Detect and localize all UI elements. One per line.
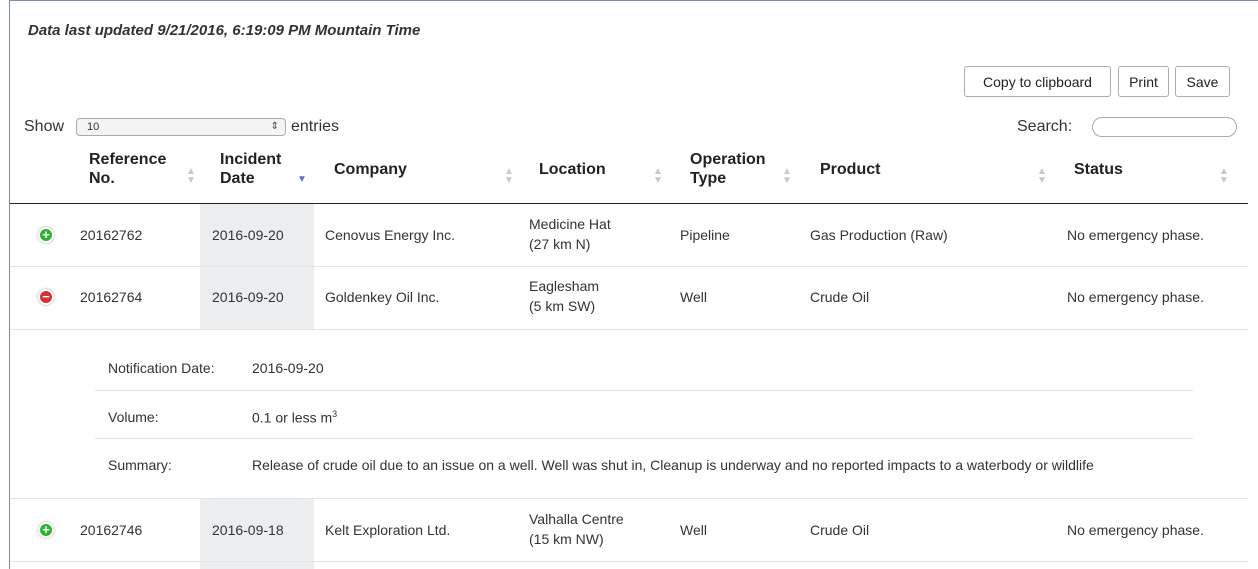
cell-location: Medicine Hat (27 km N) xyxy=(529,214,611,254)
row-divider xyxy=(10,266,1248,267)
cell-incident-date: 2016-09-20 xyxy=(212,227,284,243)
cell-location-distance: (27 km N) xyxy=(529,236,591,252)
copy-to-clipboard-button[interactable]: Copy to clipboard xyxy=(964,66,1111,97)
row-divider xyxy=(10,329,1248,330)
col-header-incident-date[interactable]: Incident Date xyxy=(220,150,281,188)
col-header-reference[interactable]: Reference No. xyxy=(89,150,166,188)
col-header-optype-line2: Type xyxy=(690,170,727,187)
entries-label: entries xyxy=(291,118,340,135)
cell-reference: 20162746 xyxy=(80,522,143,538)
cell-company: Cenovus Energy Inc. xyxy=(325,227,455,243)
sort-both-icon: ▲ ▼ xyxy=(1037,166,1047,186)
search-label: Search: xyxy=(1017,118,1073,135)
cell-status: No emergency phase. xyxy=(1067,289,1204,305)
sort-both-icon: ▲ ▼ xyxy=(653,166,663,186)
cell-operation-type: Well xyxy=(680,522,707,538)
cell-operation-type: Pipeline xyxy=(680,227,730,243)
col-header-location[interactable]: Location xyxy=(539,160,606,179)
detail-divider xyxy=(95,438,1193,439)
cell-incident-date: 2016-09-18 xyxy=(212,522,284,538)
cell-product: Gas Production (Raw) xyxy=(810,227,948,243)
cell-location: Valhalla Centre (15 km NW) xyxy=(529,509,624,549)
cell-location-name: Eaglesham xyxy=(529,278,600,294)
entries-select[interactable]: 10 ⇕ xyxy=(76,118,286,136)
plus-circle-icon[interactable]: + xyxy=(38,227,54,243)
cell-reference: 20162762 xyxy=(80,227,143,243)
volume-amount: 0.1 or less m xyxy=(252,409,333,426)
cell-company: Goldenkey Oil Inc. xyxy=(325,289,440,305)
entries-select-value: 10 xyxy=(87,121,100,133)
detail-label-volume: Volume: xyxy=(108,409,159,425)
col-header-company[interactable]: Company xyxy=(334,160,407,179)
sort-both-icon: ▲ ▼ xyxy=(186,166,196,186)
cell-company: Kelt Exploration Ltd. xyxy=(325,522,451,538)
cell-location-distance: (5 km SW) xyxy=(529,298,596,314)
cell-location: Eaglesham (5 km SW) xyxy=(529,276,599,316)
detail-label-notification: Notification Date: xyxy=(108,360,215,376)
minus-circle-icon[interactable]: − xyxy=(38,289,54,305)
volume-unit-exponent: 3 xyxy=(332,409,338,419)
save-button[interactable]: Save xyxy=(1175,66,1230,97)
col-header-reference-line2: No. xyxy=(89,170,115,187)
last-updated-text: Data last updated 9/21/2016, 6:19:09 PM … xyxy=(28,22,421,39)
select-arrows-icon: ⇕ xyxy=(270,121,279,132)
col-header-reference-line1: Reference xyxy=(89,151,167,168)
detail-value-summary: Release of crude oil due to an issue on … xyxy=(252,457,1094,473)
detail-value-notification: 2016-09-20 xyxy=(252,360,324,376)
plus-circle-icon[interactable]: + xyxy=(38,522,54,538)
print-button[interactable]: Print xyxy=(1118,66,1169,97)
cell-status: No emergency phase. xyxy=(1067,227,1204,243)
sort-both-icon: ▲ ▼ xyxy=(504,166,514,186)
col-header-date-line1: Incident xyxy=(220,151,282,168)
col-header-date-line2: Date xyxy=(220,170,255,187)
col-header-optype-line1: Operation xyxy=(690,151,766,168)
detail-divider xyxy=(95,390,1193,391)
sort-both-icon: ▲ ▼ xyxy=(1219,166,1229,186)
header-divider xyxy=(10,203,1248,204)
detail-label-summary: Summary: xyxy=(108,457,172,473)
cell-location-name: Valhalla Centre xyxy=(529,511,624,527)
cell-location-name: Medicine Hat xyxy=(529,216,611,232)
row-divider xyxy=(10,561,1248,562)
detail-value-volume: 0.1 or less m3 xyxy=(252,409,337,426)
cell-product: Crude Oil xyxy=(810,289,870,305)
col-header-operation-type[interactable]: Operation Type xyxy=(690,150,766,188)
sort-desc-icon: ▼ xyxy=(297,174,307,185)
col-header-product[interactable]: Product xyxy=(820,160,880,179)
cell-status: No emergency phase. xyxy=(1067,522,1204,538)
search-input[interactable] xyxy=(1092,117,1237,137)
sort-both-icon: ▲ ▼ xyxy=(782,166,792,186)
cell-product: Crude Oil xyxy=(810,522,870,538)
row-divider xyxy=(10,498,1248,499)
cell-operation-type: Well xyxy=(680,289,707,305)
col-header-status[interactable]: Status xyxy=(1074,160,1123,179)
cell-location-distance: (15 km NW) xyxy=(529,531,604,547)
cell-incident-date: 2016-09-20 xyxy=(212,289,284,305)
cell-reference: 20162764 xyxy=(80,289,143,305)
show-label: Show xyxy=(24,118,65,135)
